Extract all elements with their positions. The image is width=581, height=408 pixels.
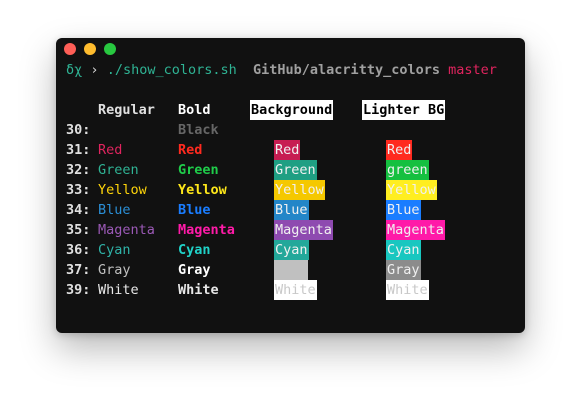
lighter-bg-color-swatch [386,120,388,140]
background-color-swatch: Cyan [274,240,309,260]
maximize-window-button[interactable] [104,43,116,55]
command-text: ./show_colors.sh [106,62,237,78]
regular-color-text: Red [98,142,123,158]
terminal-window: δχ › ./show_colors.sh GitHub/alacritty_c… [56,38,525,333]
regular-color-text: Yellow [98,182,147,198]
row-number: 31: [66,142,91,158]
bold-color-text: Gray [178,262,211,278]
prompt-symbol: δχ [66,62,83,78]
lighter-bg-color-swatch: green [386,160,429,180]
close-window-button[interactable] [64,43,76,55]
prompt-arrow-icon: › [90,62,99,78]
prompt-line: δχ › ./show_colors.sh GitHub/alacritty_c… [66,60,521,80]
dir-separator: / [301,62,310,78]
bold-color-text: White [178,282,219,298]
background-color-swatch: Red [274,140,301,160]
background-color-swatch: Green [274,160,317,180]
regular-color-text: Magenta [98,222,155,238]
bold-color-text: Red [178,142,203,158]
background-color-swatch [274,120,276,140]
background-color-swatch: Magenta [274,220,333,240]
lighter-bg-color-swatch: Yellow [386,180,437,200]
regular-color-text: Green [98,162,139,178]
row-number: 33: [66,182,91,198]
row-number: 30: [66,122,91,138]
lighter-bg-color-swatch: Gray [386,260,421,280]
header-lighter-bg: Lighter BG [362,100,446,120]
dir-prefix: GitHub [253,62,302,78]
row-number: 37: [66,262,91,278]
lighter-bg-color-swatch: Cyan [386,240,421,260]
bold-color-text: Blue [178,202,211,218]
regular-color-text: White [98,282,139,298]
background-color-swatch [274,260,308,280]
row-number: 36: [66,242,91,258]
background-color-swatch: Blue [274,200,309,220]
bold-color-text: Cyan [178,242,211,258]
dir-name: alacritty_colors [309,62,440,78]
header-bold: Bold [178,102,211,118]
header-background: Background [250,100,334,120]
lighter-bg-color-swatch: Blue [386,200,421,220]
bold-color-text: Magenta [178,222,235,238]
bold-color-text: Green [178,162,219,178]
git-branch: master [448,62,497,78]
regular-color-text: Blue [98,202,131,218]
bold-color-text: Black [178,122,219,138]
bold-color-text: Yellow [178,182,227,198]
row-number: 34: [66,202,91,218]
row-number: 39: [66,282,91,298]
minimize-window-button[interactable] [84,43,96,55]
regular-color-text: Cyan [98,242,131,258]
regular-color-text: Gray [98,262,131,278]
background-color-swatch: White [274,280,317,300]
lighter-bg-color-swatch: Red [386,140,413,160]
header-regular: Regular [98,102,155,118]
background-color-swatch: Yellow [274,180,325,200]
lighter-bg-color-swatch: White [386,280,429,300]
lighter-bg-color-swatch: Magenta [386,220,445,240]
row-number: 32: [66,162,91,178]
row-number: 35: [66,222,91,238]
